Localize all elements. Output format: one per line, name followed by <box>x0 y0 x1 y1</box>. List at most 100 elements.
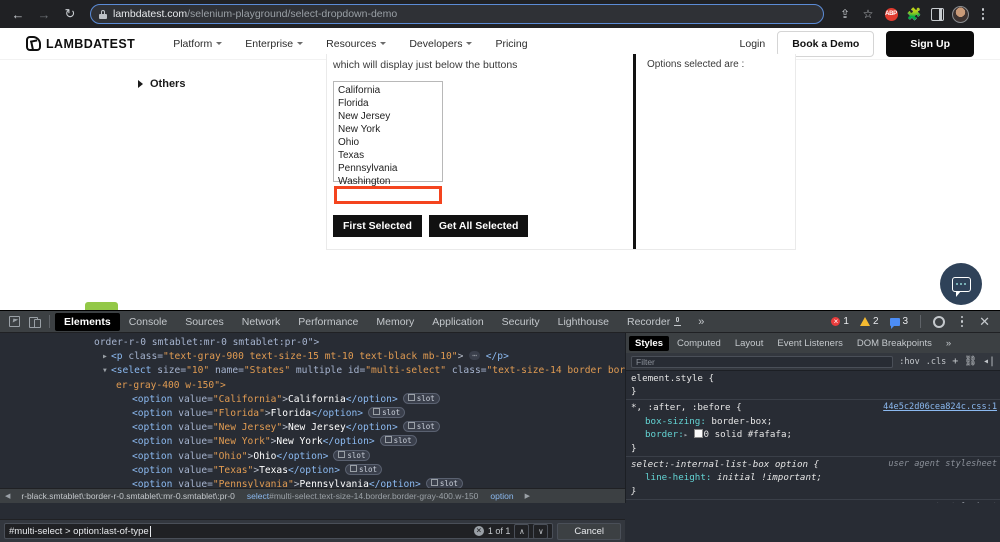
style-rule[interactable]: 44e5c2d06cea824c.css:1 *, :after, :befor… <box>626 400 1000 458</box>
nav-item-enterprise[interactable]: Enterprise <box>245 38 304 50</box>
rule-declaration[interactable]: border:▸ 0 solid #fafafa; <box>631 428 1000 442</box>
address-bar[interactable]: lambdatest.com/selenium-playground/selec… <box>90 4 824 24</box>
multi-select-listbox[interactable]: California Florida New Jersey New York O… <box>333 81 443 204</box>
hov-toggle[interactable]: :hov <box>899 357 919 367</box>
kebab-menu-icon[interactable] <box>972 3 994 25</box>
styles-filter-input[interactable]: Filter <box>631 355 894 368</box>
listbox-option[interactable]: New York <box>336 123 442 136</box>
toggle-sidebar-icon[interactable]: ◂| <box>983 356 995 367</box>
collapse-arrow-icon[interactable]: ▾ <box>102 364 111 378</box>
expand-arrow-icon[interactable]: ▸ <box>102 350 111 364</box>
dom-tree-pane[interactable]: order-r-0 smtablet:mr-0 smtablet:pr-0"> … <box>0 333 625 503</box>
nav-item-developers[interactable]: Developers <box>409 38 473 50</box>
listbox-option[interactable]: Florida <box>336 97 442 110</box>
clear-search-icon[interactable] <box>473 526 484 536</box>
tab-performance[interactable]: Performance <box>289 313 367 331</box>
tab-network[interactable]: Network <box>233 313 290 331</box>
tab-application[interactable]: Application <box>423 313 492 331</box>
tab-elements[interactable]: Elements <box>55 312 120 331</box>
dom-option-row[interactable]: <option value="New York">New York</optio… <box>0 435 625 449</box>
share-icon[interactable]: ⇪ <box>834 3 856 25</box>
tab-console[interactable]: Console <box>120 313 177 331</box>
slot-chip[interactable]: slot <box>368 407 406 419</box>
stylesheet-source-link[interactable]: 44e5c2d06cea824c.css:1 <box>883 401 997 414</box>
tab-memory[interactable]: Memory <box>367 313 423 331</box>
puzzle-piece-icon[interactable]: 🧩 <box>903 3 925 25</box>
reload-icon[interactable]: ↻ <box>58 2 82 26</box>
breadcrumb-scroll-left-icon[interactable]: ◀ <box>0 492 15 500</box>
dom-option-row[interactable]: <option value="Texas">Texas</option> slot <box>0 463 625 478</box>
listbox-option-washington[interactable]: Washington <box>336 175 442 188</box>
message-count-badge[interactable]: 3 <box>886 315 913 329</box>
new-style-rule-button[interactable]: + <box>952 356 958 367</box>
nav-item-pricing[interactable]: Pricing <box>495 38 527 50</box>
listbox-option[interactable]: Texas <box>336 149 442 162</box>
error-count-badge[interactable]: 1 <box>827 315 853 328</box>
tab-styles[interactable]: Styles <box>629 335 669 351</box>
star-icon[interactable]: ☆ <box>857 3 879 25</box>
lambdatest-logo[interactable]: LAMBDATEST <box>26 36 135 51</box>
sign-up-button[interactable]: Sign Up <box>886 30 974 57</box>
gear-icon[interactable] <box>929 313 949 331</box>
device-toolbar-icon[interactable] <box>24 313 44 331</box>
dom-option-row[interactable]: <option value="California">California</o… <box>0 392 625 407</box>
match-count: 1 of 1 <box>487 526 511 536</box>
dom-option-row[interactable]: <option value="Ohio">Ohio</option> slot <box>0 449 625 464</box>
slot-chip[interactable]: slot <box>333 449 371 461</box>
abp-extension-icon[interactable]: ABP <box>880 3 902 25</box>
expand-arrow-icon[interactable]: ▸ <box>684 431 688 439</box>
nav-item-platform[interactable]: Platform <box>173 38 223 50</box>
back-arrow-icon[interactable]: ← <box>6 2 30 26</box>
search-next-button[interactable]: ∨ <box>533 523 549 539</box>
listbox-option[interactable]: Ohio <box>336 136 442 149</box>
forward-arrow-icon[interactable]: → <box>32 2 56 26</box>
rule-declaration[interactable]: box-sizing: border-box; <box>631 415 1000 428</box>
listbox-option[interactable]: Pennsylvania <box>336 162 442 175</box>
listbox-option[interactable]: New Jersey <box>336 110 442 123</box>
style-rule[interactable]: user agent stylesheet option { font-weig… <box>626 500 1000 503</box>
tab-security[interactable]: Security <box>493 313 549 331</box>
search-input[interactable]: #multi-select > option:last-of-type 1 of… <box>4 523 554 539</box>
collapsed-content-icon[interactable]: ⋯ <box>469 351 480 361</box>
cls-toggle[interactable]: .cls <box>926 357 946 367</box>
cancel-search-button[interactable]: Cancel <box>557 522 621 540</box>
print-media-icon[interactable]: ⛓ <box>964 356 977 367</box>
sidebar-item-others[interactable]: Others <box>138 78 185 90</box>
nav-item-resources[interactable]: Resources <box>326 38 387 50</box>
book-demo-button[interactable]: Book a Demo <box>777 30 875 57</box>
style-rule[interactable]: element.style { } <box>626 371 1000 401</box>
tab-sources[interactable]: Sources <box>176 313 233 331</box>
slot-chip[interactable]: slot <box>344 463 383 475</box>
breadcrumb-scroll-right-icon[interactable]: ▶ <box>520 492 535 500</box>
slot-chip[interactable]: slot <box>402 392 440 404</box>
warning-count-badge[interactable]: 2 <box>856 315 883 328</box>
kebab-menu-icon[interactable] <box>952 313 972 331</box>
tab-event-listeners[interactable]: Event Listeners <box>771 336 848 351</box>
color-swatch[interactable] <box>693 428 703 438</box>
search-prev-button[interactable]: ∧ <box>514 523 530 539</box>
tab-recorder[interactable]: Recorder <box>618 313 690 331</box>
inspect-element-icon[interactable] <box>4 313 24 331</box>
breadcrumb-item[interactable]: selectselect#multi-select.text-size-14.b… <box>241 491 485 501</box>
tab-dom-breakpoints[interactable]: DOM Breakpoints <box>851 336 938 351</box>
breadcrumb-item[interactable]: r-black.smtablet\:border-r-0.smtablet\:m… <box>15 491 241 501</box>
dom-option-row[interactable]: <option value="New Jersey">New Jersey</o… <box>0 421 625 435</box>
close-icon[interactable]: ✕ <box>975 314 994 330</box>
tab-layout[interactable]: Layout <box>729 336 770 351</box>
get-all-selected-button[interactable]: Get All Selected <box>428 215 529 237</box>
styles-tabs-overflow[interactable]: » <box>940 336 957 351</box>
split-view-icon[interactable] <box>926 3 948 25</box>
tab-computed[interactable]: Computed <box>671 336 727 351</box>
slot-chip[interactable]: slot <box>402 421 440 433</box>
tab-lighthouse[interactable]: Lighthouse <box>549 313 618 331</box>
login-link[interactable]: Login <box>740 38 766 50</box>
chat-bubble-icon[interactable] <box>940 263 982 305</box>
avatar[interactable] <box>949 3 971 25</box>
dom-option-row[interactable]: <option value="Florida">Florida</option>… <box>0 407 625 421</box>
slot-chip[interactable]: slot <box>379 435 417 447</box>
tabs-overflow-button[interactable]: » <box>690 316 712 328</box>
style-rule[interactable]: user agent stylesheet select:-internal-l… <box>626 457 1000 500</box>
first-selected-button[interactable]: First Selected <box>333 215 422 237</box>
breadcrumb-item-option[interactable]: option <box>484 491 519 501</box>
listbox-option[interactable]: California <box>336 84 442 97</box>
